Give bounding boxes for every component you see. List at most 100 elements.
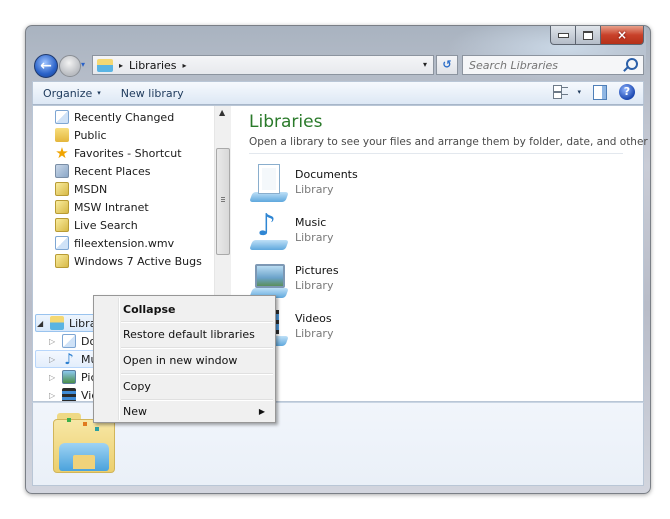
page-title: Libraries [249,112,323,132]
libraries-icon [97,58,113,72]
window-controls: × [550,26,644,45]
menu-item-copy[interactable]: Copy [96,375,273,397]
tree-item-fileextension[interactable]: fileextension.wmv [55,234,174,252]
libraries-icon [50,316,64,330]
library-type: Library [295,183,334,196]
change-view-button[interactable]: ▾ [553,85,581,99]
maximize-button[interactable] [576,26,601,45]
address-history-dropdown[interactable]: ▾ [423,60,427,69]
tree-item-label: Windows 7 Active Bugs [74,254,202,268]
collapsed-arrow-icon[interactable]: ▷ [49,355,59,364]
refresh-button[interactable]: ↺ [436,55,458,75]
collapsed-arrow-icon[interactable]: ▷ [49,373,59,382]
menu-item-restore-default-libraries[interactable]: Restore default libraries [96,323,273,345]
chevron-down-icon[interactable]: ▾ [577,88,581,96]
close-icon: × [616,28,628,42]
search-icon[interactable] [626,58,638,70]
tree-item-label: Public [74,128,107,142]
saved-search-icon [55,236,69,250]
minimize-icon [557,32,569,38]
library-type: Library [295,231,334,244]
videos-icon [62,388,76,401]
menu-item-open-in-new-window[interactable]: Open in new window [96,349,273,371]
address-bar[interactable]: ▸ Libraries ▸ ▾ [92,55,434,75]
link-icon [55,200,69,214]
back-button[interactable]: ← [34,54,58,78]
tree-item-recently-changed[interactable]: Recently Changed [55,108,174,126]
recent-search-icon [55,110,69,124]
toolbar-right: ▾ ? [553,84,635,100]
search-box [462,55,644,75]
tree-item-label: MSW Intranet [74,200,149,214]
navigation-bar: ← ▾ ▸ Libraries ▸ ▾ ↺ [32,54,644,78]
tree-item-msdn[interactable]: MSDN [55,180,107,198]
collapsed-arrow-icon[interactable]: ▷ [49,391,59,400]
link-icon [55,254,69,268]
chevron-down-icon: ▾ [97,89,101,97]
new-library-button[interactable]: New library [111,82,194,104]
folder-icon [55,128,69,142]
scrollbar-thumb[interactable] [216,148,230,255]
breadcrumb-separator-icon[interactable]: ▸ [183,61,187,70]
header-divider [249,153,623,154]
expanded-arrow-icon[interactable]: ◢ [37,319,47,328]
organize-label: Organize [43,86,93,100]
documents-library-icon [249,162,289,202]
library-item-documents[interactable]: Documents Library [249,162,358,202]
explorer-window: × ← ▾ ▸ Libraries ▸ ▾ ↺ Organize ▾ New l… [25,25,651,494]
music-icon: ♪ [64,350,74,368]
library-item-music[interactable]: ♪ Music Library [249,210,333,250]
recent-pages-dropdown[interactable]: ▾ [81,61,89,69]
documents-icon [62,334,76,348]
command-toolbar: Organize ▾ New library ▾ ? [32,81,644,105]
back-arrow-icon: ← [40,58,52,74]
library-item-pictures[interactable]: Pictures Library [249,258,339,298]
tree-item-label: Recently Changed [74,110,175,124]
breadcrumb-separator-icon[interactable]: ▸ [119,61,123,70]
tree-item-live-search[interactable]: Live Search [55,216,138,234]
submenu-arrow-icon: ▶ [258,406,265,416]
refresh-icon: ↺ [442,58,452,71]
tree-item-label: Favorites - Shortcut [74,146,182,160]
tree-item-label: MSDN [74,182,108,196]
menu-item-collapse[interactable]: Collapse [96,298,273,320]
pictures-icon [62,370,76,384]
maximize-icon [583,30,593,40]
search-input[interactable] [463,56,619,74]
forward-button[interactable] [59,55,81,77]
library-type: Library [295,279,334,292]
new-library-label: New library [120,86,184,100]
library-name: Videos [295,312,332,325]
breadcrumb-libraries[interactable]: Libraries [129,59,177,72]
organize-button[interactable]: Organize ▾ [33,82,111,104]
library-name: Pictures [295,264,339,277]
star-icon: ★ [55,144,69,162]
page-subtitle: Open a library to see your files and arr… [249,136,651,148]
collapsed-arrow-icon[interactable]: ▷ [49,337,59,346]
tree-item-msw-intranet[interactable]: MSW Intranet [55,198,149,216]
help-icon[interactable]: ? [619,84,635,100]
minimize-button[interactable] [550,26,576,45]
tree-item-public[interactable]: Public [55,126,107,144]
views-icon [553,85,569,99]
menu-item-label: New [123,404,147,418]
grip-icon [221,197,225,203]
tree-item-label: Live Search [74,218,138,232]
scroll-up-icon[interactable]: ▲ [219,108,225,117]
link-icon [55,218,69,232]
close-button[interactable]: × [601,26,644,45]
tree-item-recent-places[interactable]: Recent Places [55,162,151,180]
library-type: Library [295,327,334,340]
tree-item-favorites-shortcut[interactable]: ★ Favorites - Shortcut [55,144,182,162]
tree-item-windows7-active-bugs[interactable]: Windows 7 Active Bugs [55,252,202,270]
library-name: Documents [295,168,358,181]
library-list-pane: Libraries Open a library to see your fil… [243,106,650,401]
preview-pane-icon[interactable] [593,84,607,100]
menu-item-new[interactable]: New ▶ [96,400,273,422]
pictures-library-icon [249,258,289,298]
link-icon [55,182,69,196]
tree-item-label: Recent Places [74,164,151,178]
tree-item-label: fileextension.wmv [74,236,175,250]
library-name: Music [295,216,327,229]
music-library-icon: ♪ [249,210,289,250]
